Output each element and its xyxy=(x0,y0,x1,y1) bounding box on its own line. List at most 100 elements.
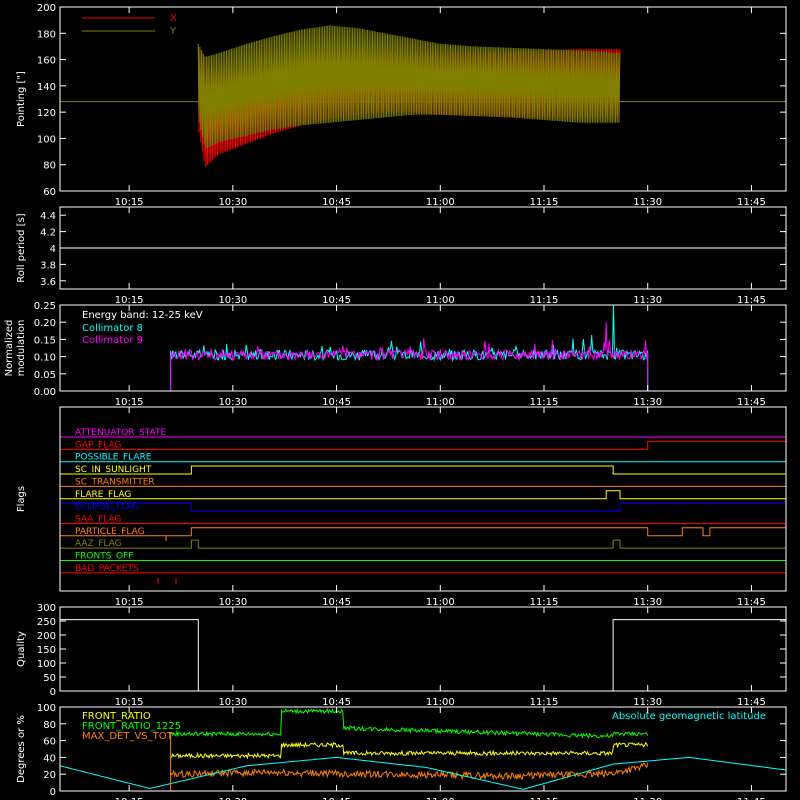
flag-label-saa-flag: SAA_FLAG xyxy=(75,514,121,524)
pointing-ytick-label: 180 xyxy=(37,29,56,40)
flag-line-gap-flag xyxy=(60,440,787,450)
legend-label-y: Y xyxy=(169,26,177,37)
flags-xtick-label: 11:30 xyxy=(633,597,662,608)
panel-modulation: 0.00 0.05 0.10 0.15 0.20 0.25 Energy band: 12-… xyxy=(4,301,787,408)
pointing-ytick-label: 140 xyxy=(37,82,56,93)
flag-label-eclipse-flag: ECLIPSE_FLAG xyxy=(75,502,139,512)
flag-label-particle-flag: PARTICLE_FLAG xyxy=(75,527,145,537)
roll-period-ytick-label: 3.8 xyxy=(40,260,56,271)
modulation-xtick-label: 11:45 xyxy=(737,397,766,408)
modulation-xtick-label: 11:30 xyxy=(633,397,662,408)
ratios-series-front-ratio-1225 xyxy=(170,707,649,740)
modulation-xtick-label: 11:00 xyxy=(426,397,455,408)
modulation-ytick-label: 0.05 xyxy=(34,370,56,381)
roll-period-xtick-label: 10:30 xyxy=(218,295,247,306)
ratios-series-front-ratio xyxy=(170,741,649,760)
flag-label-gap-flag: GAP_FLAG xyxy=(75,440,121,450)
pointing-xtick-label: 11:15 xyxy=(530,197,559,208)
telemetry-figure: 6080100120140160180200XYPointing ["]10:1… xyxy=(4,3,787,800)
flags-ylabel: Flags xyxy=(16,486,27,512)
pointing-ytick-label: 120 xyxy=(37,108,56,119)
modulation-xtick-label: 11:15 xyxy=(530,397,559,408)
flags-xtick-label: 11:15 xyxy=(530,597,559,608)
pointing-xtick-label: 10:15 xyxy=(115,197,144,208)
pointing-ytick-label: 80 xyxy=(43,161,56,172)
modulation-ytick-label: 0.15 xyxy=(34,335,56,346)
ratios-ytick-label: 100 xyxy=(37,703,56,714)
flags-xtick-label: 10:45 xyxy=(322,597,351,608)
panel-pointing: 60 80 100 120 140 160 180 200 XY Pointing ["] 10:1… xyxy=(16,3,787,208)
pointing-xtick-label: 11:45 xyxy=(737,197,766,208)
modulation-xtick-label: 10:15 xyxy=(115,397,144,408)
quality-ytick-label: 100 xyxy=(37,659,56,670)
quality-xtick-label: 11:00 xyxy=(426,697,455,708)
quality-xtick-label: 10:15 xyxy=(115,697,144,708)
quality-xtick-label: 11:45 xyxy=(737,697,766,708)
legend-label-x: X xyxy=(170,13,177,24)
flags-xtick-label: 11:00 xyxy=(426,597,455,608)
ratios-ytick-label: 40 xyxy=(43,753,56,764)
quality-xtick-label: 10:30 xyxy=(218,697,247,708)
panel-roll-period: 3.6 3.8 4 4.2 4.4 Roll period [s] 10:15 10:30 10… xyxy=(16,206,787,306)
modulation-ylabel-line2: modulation xyxy=(16,320,27,377)
roll-period-xtick-label: 11:30 xyxy=(633,295,662,306)
quality-xtick-label: 10:45 xyxy=(322,697,351,708)
modulation-xtick-label: 10:30 xyxy=(218,397,247,408)
quality-xtick-label: 11:15 xyxy=(530,697,559,708)
roll-period-ytick-label: 4.2 xyxy=(40,228,56,239)
roll-period-xtick-label: 10:15 xyxy=(115,295,144,306)
ratios-ytick-label: 80 xyxy=(43,720,56,731)
legend-label-geomag-latitude: Absolute geomagnetic latitude xyxy=(612,711,766,722)
roll-period-ytick-label: 4 xyxy=(50,244,56,255)
modulation-energy-band: Energy band: 12-25 keV xyxy=(82,310,203,321)
flag-line-flare-flag xyxy=(60,490,786,500)
quality-xtick-label: 11:30 xyxy=(633,697,662,708)
roll-period-ytick-label: 3.6 xyxy=(40,277,56,288)
quality-ytick-label: 250 xyxy=(37,617,56,628)
flag-label-sc-transmitter: SC_TRANSMITTER xyxy=(75,477,155,487)
flag-line-eclipse-flag xyxy=(59,502,787,512)
flag-label-possible-flare: POSSIBLE_FLARE xyxy=(75,453,152,463)
modulation-ylabel-line1: Normalized xyxy=(4,320,15,377)
quality-ytick-label: 300 xyxy=(37,603,56,614)
flag-label-flare-flag: FLARE_FLAG xyxy=(75,490,131,500)
quality-ytick-label: 150 xyxy=(37,645,56,656)
quality-line xyxy=(60,619,786,692)
modulation-series-9 xyxy=(60,322,786,392)
ratios-ytick-label: 60 xyxy=(43,737,56,748)
roll-period-xtick-label: 10:45 xyxy=(322,295,351,306)
quality-ylabel: Quality xyxy=(16,631,27,667)
modulation-ytick-label: 0.25 xyxy=(34,301,56,312)
legend-label-collimator-9: Collimator 9 xyxy=(82,335,143,346)
quality-ytick-label: 0 xyxy=(50,687,56,698)
panel-ratios: Degrees or %020406080100FRONT_RATIOFRONT… xyxy=(16,703,787,800)
panel-quality: Quality 0 50 100 150 200 250 300 10:15 10:30 10:45… xyxy=(16,603,787,708)
ratios-ytick-label: 0 xyxy=(50,787,56,798)
flag-line-particle-flag xyxy=(60,527,787,537)
ratios-ylabel: Degrees or % xyxy=(16,715,27,783)
pointing-xtick-label: 10:30 xyxy=(218,197,247,208)
ratios-ytick-label: 20 xyxy=(43,770,56,781)
legend-label-max-det-vs-tot: MAX_DET_VS_TOT xyxy=(82,731,174,742)
flags-xtick-label: 11:45 xyxy=(737,597,766,608)
quality-ytick-label: 200 xyxy=(37,631,56,642)
flag-label-sc-in-sunlight: SC_IN_SUNLIGHT xyxy=(75,465,152,475)
pointing-ytick-label: 200 xyxy=(37,3,56,14)
flag-label-attenuator-state: ATTENUATOR_STATE xyxy=(75,428,167,438)
flag-line-sc-in-sunlight xyxy=(60,465,786,475)
quality-ytick-label: 50 xyxy=(43,673,56,684)
pointing-ytick-label: 60 xyxy=(43,187,56,198)
roll-period-xtick-label: 11:15 xyxy=(530,295,559,306)
roll-period-ytick-label: 4.4 xyxy=(40,211,56,222)
flags-xtick-label: 10:15 xyxy=(115,597,144,608)
flag-line-aaz-flag xyxy=(60,539,786,549)
modulation-ytick-label: 0.10 xyxy=(34,353,56,364)
pointing-xtick-label: 10:45 xyxy=(322,197,351,208)
roll-period-xtick-label: 11:00 xyxy=(426,295,455,306)
flag-label-fronts-off: FRONTS_OFF xyxy=(75,552,133,562)
panel-flags: ATTENUATOR_STATE GAP_FLAG POSSIBLE_FLARE SC… xyxy=(16,406,787,608)
ratios-series-absolute-geomagnetic-latitude xyxy=(59,756,787,790)
pointing-ytick-label: 160 xyxy=(37,56,56,67)
modulation-xtick-label: 10:45 xyxy=(322,397,351,408)
legend-label-collimator-8: Collimator 8 xyxy=(82,323,143,334)
